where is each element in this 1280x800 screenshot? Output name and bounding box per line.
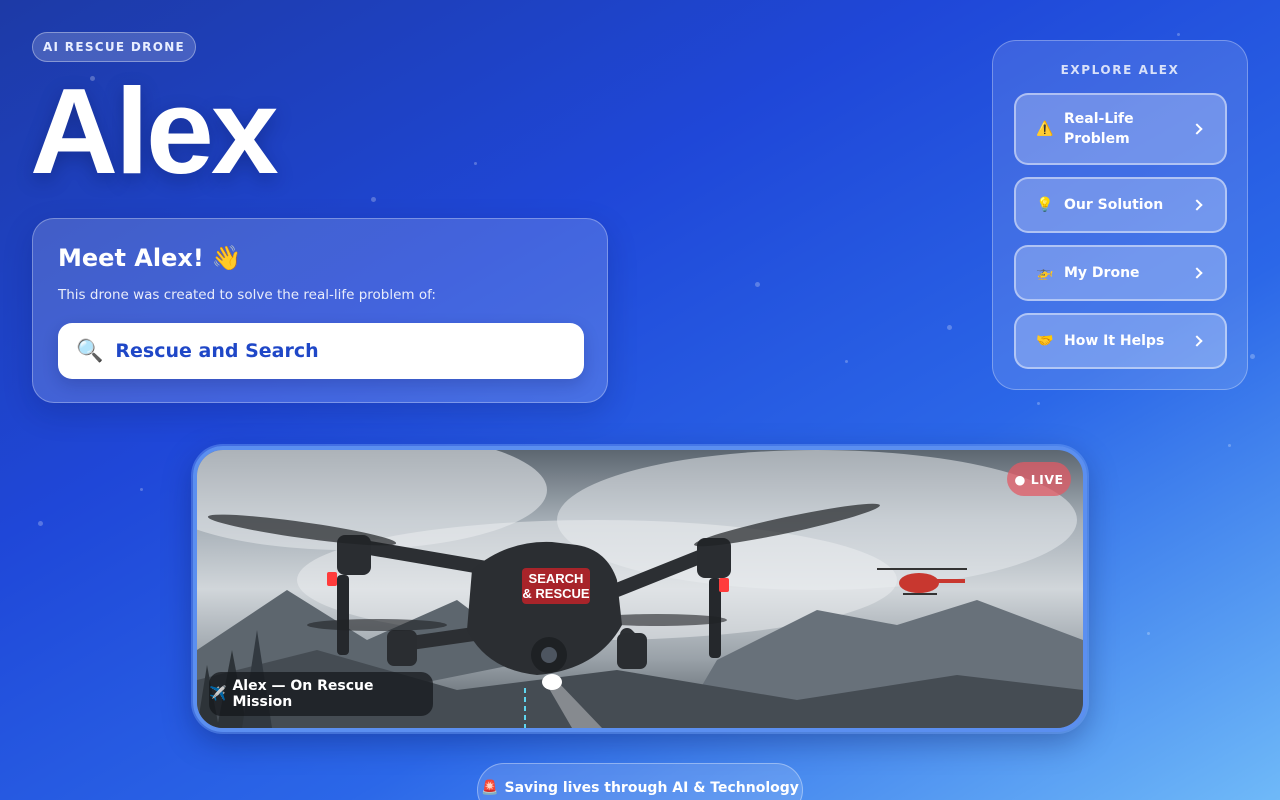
decor-dot (1147, 632, 1150, 635)
category-badge: AI RESCUE DRONE (32, 32, 196, 62)
chevron-right-icon (1191, 123, 1203, 135)
nav-my-drone[interactable]: 🚁 My Drone (1014, 245, 1227, 301)
chevron-right-icon (1191, 267, 1203, 279)
decor-dot (947, 325, 952, 330)
decor-dot (1228, 444, 1231, 447)
nav-real-life-problem[interactable]: ⚠️ Real-Life Problem (1014, 93, 1227, 165)
hero-caption: ✈️ Alex — On Rescue Mission (209, 672, 433, 716)
meet-heading: Meet Alex! 👋 (58, 244, 242, 272)
siren-icon: 🚨 (481, 780, 499, 796)
decor-dot (474, 162, 477, 165)
footer-pill: 🚨 Saving lives through AI & Technology (477, 763, 803, 800)
nav-how-it-helps[interactable]: 🤝 How It Helps (1014, 313, 1227, 369)
footer-text: Saving lives through AI & Technology (504, 780, 799, 796)
caption-text: Alex — On Rescue Mission (232, 678, 374, 710)
page-title: Alex (30, 63, 279, 199)
airplane-icon: ✈️ (209, 686, 227, 702)
chevron-right-icon (1191, 335, 1203, 347)
explore-title: EXPLORE ALEX (1060, 63, 1180, 77)
nav-our-solution[interactable]: 💡 Our Solution (1014, 177, 1227, 233)
handshake-icon: 🤝 (1036, 333, 1054, 349)
chevron-right-icon (1191, 199, 1203, 211)
warning-icon: ⚠️ (1036, 121, 1054, 137)
live-badge: ● LIVE (1007, 462, 1071, 496)
nav-label: Our Solution (1064, 197, 1164, 213)
nav-label: My Drone (1064, 265, 1140, 281)
decor-dot (845, 360, 848, 363)
drone-label-search: SEARCH (529, 571, 584, 586)
decor-dot (371, 197, 376, 202)
drone-label-rescue: & RESCUE (522, 586, 590, 601)
decor-dot (1177, 33, 1180, 36)
lightbulb-icon: 💡 (1036, 197, 1054, 213)
waving-hand-icon: 👋 (211, 244, 242, 272)
nav-label: Real-Life Problem (1064, 111, 1134, 147)
meet-heading-text: Meet Alex! (58, 244, 204, 272)
decor-dot (140, 488, 143, 491)
helicopter-icon: 🚁 (1036, 265, 1054, 281)
problem-text: Rescue and Search (115, 340, 319, 362)
meet-card: Meet Alex! 👋 This drone was created to s… (32, 218, 608, 403)
meet-subtitle: This drone was created to solve the real… (58, 287, 436, 303)
nav-label: How It Helps (1064, 333, 1165, 349)
explore-panel: EXPLORE ALEX ⚠️ Real-Life Problem 💡 Our … (992, 40, 1248, 390)
decor-dot (755, 282, 760, 287)
decor-dot (1250, 354, 1255, 359)
magnifier-icon: 🔍 (76, 338, 104, 364)
decor-dot (38, 521, 43, 526)
problem-pill: 🔍 Rescue and Search (58, 323, 584, 379)
hero-image: SEARCH & RESCUE ● LIVE ✈️ Alex — On Resc… (193, 446, 1087, 732)
decor-dot (1037, 402, 1040, 405)
